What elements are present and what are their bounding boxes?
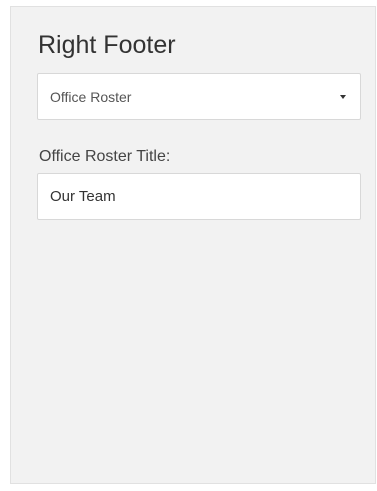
caret-down-icon (340, 95, 346, 99)
roster-title-label: Office Roster Title: (39, 148, 171, 165)
footer-type-selected-value: Office Roster (50, 89, 132, 105)
right-footer-panel: Right Footer Office Roster Office Roster… (10, 6, 376, 484)
panel-title: Right Footer (38, 31, 176, 59)
roster-title-input[interactable] (37, 173, 361, 220)
footer-type-select[interactable]: Office Roster (37, 73, 361, 120)
